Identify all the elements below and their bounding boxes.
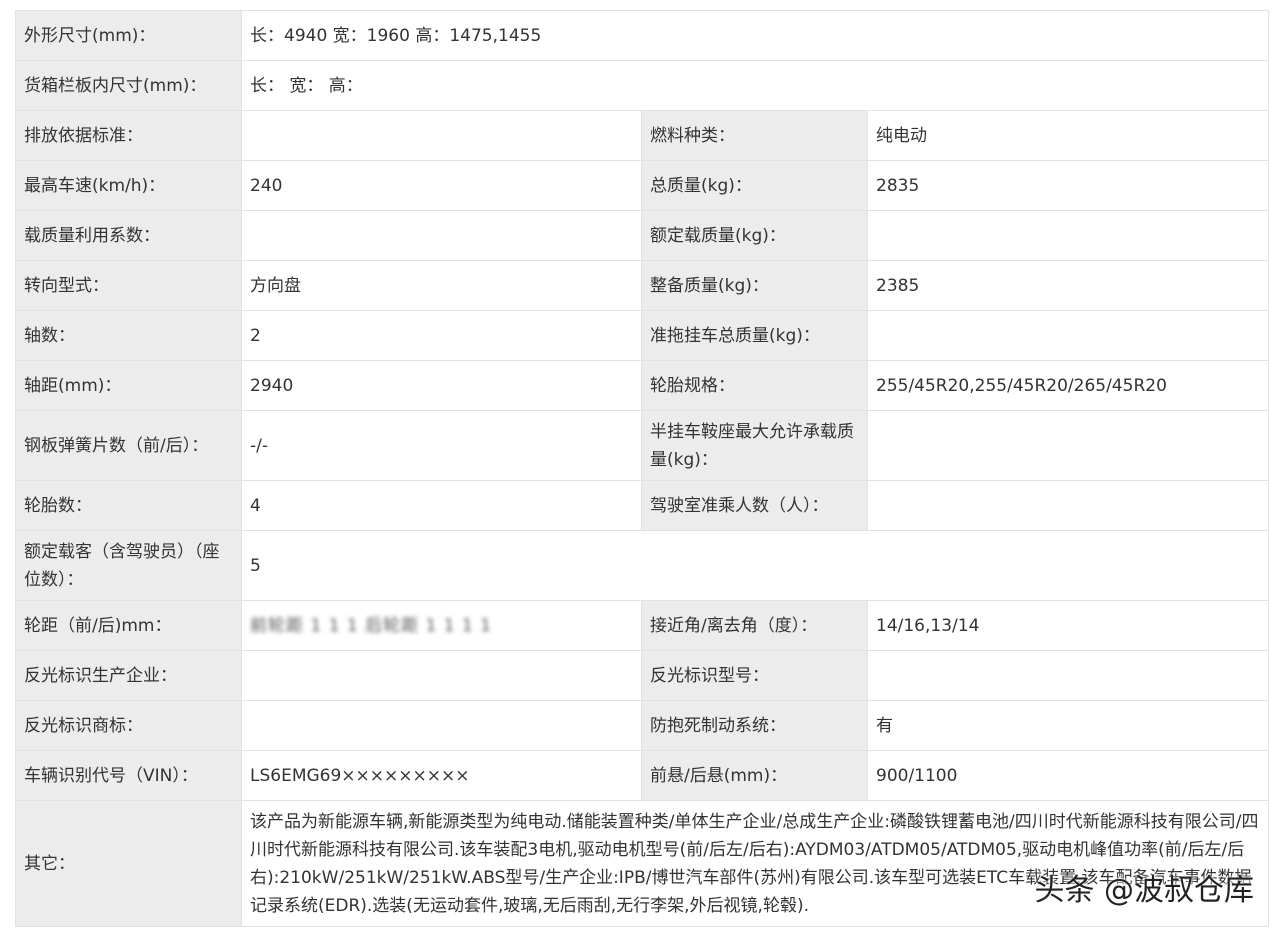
table-row: 轮距（前/后)mm： 前轮距 1 1 1 后轮距 1 1 1 1 接近角/离去角… (15, 600, 1270, 651)
label-emission-standard: 排放依据标准： (15, 110, 242, 161)
label-wheelbase: 轴距(mm)： (15, 360, 242, 411)
table-row: 钢板弹簧片数（前/后）： -/- 半挂车鞍座最大允许承载质量(kg)： (15, 410, 1270, 481)
table-row: 外形尺寸(mm)： 长：4940 宽：1960 高：1475,1455 (15, 10, 1270, 61)
value-overall-dimensions: 长：4940 宽：1960 高：1475,1455 (240, 10, 1270, 61)
value-axle-count: 2 (241, 310, 642, 361)
table-row: 最高车速(km/h)： 240 总质量(kg)： 2835 (15, 160, 1270, 211)
label-vin: 车辆识别代号（VIN）： (15, 750, 242, 801)
label-rated-load: 额定载质量(kg)： (641, 210, 868, 261)
value-vin: LS6EMG69××××××××× (241, 750, 642, 801)
value-cab-occupants (866, 480, 1270, 531)
value-leaf-springs: -/- (241, 410, 642, 481)
value-reflector-model (866, 650, 1270, 701)
value-reflector-manufacturer (241, 650, 642, 701)
blurred-track-width: 前轮距 1 1 1 后轮距 1 1 1 1 (250, 615, 492, 636)
label-fifth-wheel-load: 半挂车鞍座最大允许承载质量(kg)： (641, 410, 868, 481)
value-load-utilization (241, 210, 642, 261)
value-wheelbase: 2940 (241, 360, 642, 411)
table-row: 车辆识别代号（VIN）： LS6EMG69××××××××× 前悬/后悬(mm)… (15, 750, 1270, 801)
value-trailer-mass (866, 310, 1270, 361)
value-fuel-type: 纯电动 (866, 110, 1270, 161)
value-rated-load (866, 210, 1270, 261)
value-curb-mass: 2385 (866, 260, 1270, 311)
label-trailer-mass: 准拖挂车总质量(kg)： (641, 310, 868, 361)
label-overall-dimensions: 外形尺寸(mm)： (15, 10, 242, 61)
label-cargo-box-dimensions: 货箱栏板内尺寸(mm)： (15, 60, 242, 111)
value-approach-departure-angle: 14/16,13/14 (866, 600, 1270, 651)
label-rated-passengers: 额定载客（含驾驶员）（座位数）： (15, 530, 242, 601)
label-approach-departure-angle: 接近角/离去角（度）： (641, 600, 868, 651)
vehicle-spec-table: 外形尺寸(mm)： 长：4940 宽：1960 高：1475,1455 货箱栏板… (15, 10, 1270, 927)
label-leaf-springs: 钢板弹簧片数（前/后）： (15, 410, 242, 481)
table-row: 反光标识生产企业： 反光标识型号： (15, 650, 1270, 701)
label-cab-occupants: 驾驶室准乘人数（人）： (641, 480, 868, 531)
table-row: 载质量利用系数： 额定载质量(kg)： (15, 210, 1270, 261)
value-rated-passengers: 5 (240, 530, 1270, 601)
value-tire-spec: 255/45R20,255/45R20/265/45R20 (866, 360, 1270, 411)
label-abs: 防抱死制动系统： (641, 700, 868, 751)
value-overhang: 900/1100 (866, 750, 1270, 801)
label-axle-count: 轴数： (15, 310, 242, 361)
table-row: 轮胎数： 4 驾驶室准乘人数（人）： (15, 480, 1270, 531)
label-overhang: 前悬/后悬(mm)： (641, 750, 868, 801)
table-row: 转向型式： 方向盘 整备质量(kg)： 2385 (15, 260, 1270, 311)
value-track-width: 前轮距 1 1 1 后轮距 1 1 1 1 (241, 600, 642, 651)
watermark: 头条 @波叔仓库 (1034, 873, 1254, 908)
label-track-width: 轮距（前/后)mm： (15, 600, 242, 651)
table-row: 排放依据标准： 燃料种类： 纯电动 (15, 110, 1270, 161)
label-gross-mass: 总质量(kg)： (641, 160, 868, 211)
label-tire-count: 轮胎数： (15, 480, 242, 531)
value-abs: 有 (866, 700, 1270, 751)
label-fuel-type: 燃料种类： (641, 110, 868, 161)
label-max-speed: 最高车速(km/h)： (15, 160, 242, 211)
value-tire-count: 4 (241, 480, 642, 531)
label-other: 其它： (15, 800, 242, 927)
label-reflector-brand: 反光标识商标： (15, 700, 242, 751)
label-tire-spec: 轮胎规格： (641, 360, 868, 411)
label-steering-type: 转向型式： (15, 260, 242, 311)
value-gross-mass: 2835 (866, 160, 1270, 211)
value-steering-type: 方向盘 (241, 260, 642, 311)
label-reflector-manufacturer: 反光标识生产企业： (15, 650, 242, 701)
label-reflector-model: 反光标识型号： (641, 650, 868, 701)
label-curb-mass: 整备质量(kg)： (641, 260, 868, 311)
value-cargo-box-dimensions: 长： 宽： 高： (240, 60, 1270, 111)
value-emission-standard (241, 110, 642, 161)
value-fifth-wheel-load (866, 410, 1270, 481)
table-row: 货箱栏板内尺寸(mm)： 长： 宽： 高： (15, 60, 1270, 111)
table-row: 轴距(mm)： 2940 轮胎规格： 255/45R20,255/45R20/2… (15, 360, 1270, 411)
value-max-speed: 240 (241, 160, 642, 211)
table-row: 反光标识商标： 防抱死制动系统： 有 (15, 700, 1270, 751)
table-row: 轴数： 2 准拖挂车总质量(kg)： (15, 310, 1270, 361)
label-load-utilization: 载质量利用系数： (15, 210, 242, 261)
table-row: 额定载客（含驾驶员）（座位数）： 5 (15, 530, 1270, 601)
value-reflector-brand (241, 700, 642, 751)
